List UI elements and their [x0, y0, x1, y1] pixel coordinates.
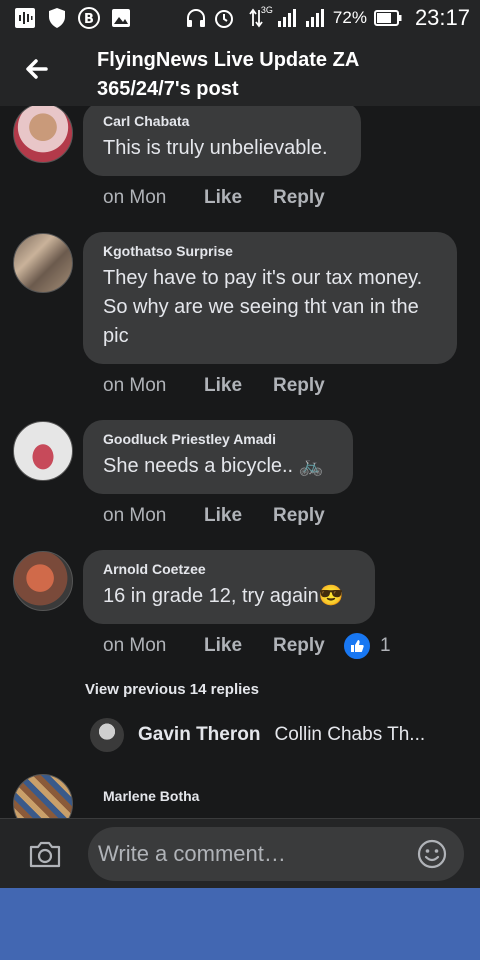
- emoji-icon[interactable]: [416, 838, 448, 870]
- reply-button[interactable]: Reply: [273, 375, 325, 397]
- page-title-line1: FlyingNews Live Update ZA: [97, 49, 360, 71]
- comment-text-line: So why are we seeing tht van in the: [103, 296, 419, 318]
- reply-preview[interactable]: Gavin Theron Collin Chabs Th...: [90, 718, 425, 752]
- headphones-icon: [185, 7, 207, 29]
- avatar[interactable]: [13, 106, 73, 163]
- signal-icon: [305, 7, 327, 29]
- comment-input-placeholder: Write a comment…: [98, 841, 286, 866]
- like-button[interactable]: Like: [204, 375, 273, 397]
- comment-bubble[interactable]: Kgothatso Surprise They have to pay it's…: [83, 232, 457, 364]
- comment-bubble[interactable]: Carl Chabata This is truly unbelievable.: [83, 106, 361, 176]
- avatar[interactable]: [13, 551, 73, 611]
- comment-text: This is truly unbelievable.: [103, 137, 328, 159]
- network-type-label: 3G: [260, 5, 273, 15]
- reaction-count: 1: [380, 635, 391, 656]
- comment-time[interactable]: on Mon: [103, 505, 204, 527]
- battery-icon: [373, 7, 403, 29]
- like-button[interactable]: Like: [204, 505, 273, 527]
- comment-bubble[interactable]: Arnold Coetzee 16 in grade 12, try again…: [83, 550, 375, 624]
- comment-author[interactable]: Marlene Botha: [103, 787, 199, 805]
- comment-text: 16 in grade 12, try again😎: [103, 585, 344, 607]
- comment-time[interactable]: on Mon: [103, 187, 204, 209]
- avatar[interactable]: [13, 774, 73, 818]
- battery-percent: 72%: [332, 8, 367, 27]
- comment-author[interactable]: Goodluck Priestley Amadi: [103, 430, 333, 448]
- comment-input[interactable]: Write a comment…: [88, 827, 464, 881]
- comment-composer: Write a comment…: [0, 818, 480, 889]
- comment-actions: on Mon Like Reply: [103, 635, 325, 657]
- avatar[interactable]: [13, 233, 73, 293]
- avatar[interactable]: [90, 718, 124, 752]
- status-bar: B 3G 72% 23:17: [0, 0, 480, 36]
- bottom-navigation-bar: [0, 888, 480, 960]
- reply-author[interactable]: Gavin Theron: [138, 724, 260, 746]
- comment-actions: on Mon Like Reply: [103, 375, 325, 397]
- comment-author[interactable]: Carl Chabata: [103, 112, 341, 130]
- avatar[interactable]: [13, 421, 73, 481]
- thumbs-up-icon: [342, 631, 372, 661]
- back-arrow-icon[interactable]: [22, 54, 52, 84]
- reaction-summary[interactable]: 1: [342, 631, 391, 661]
- alarm-icon: [213, 7, 235, 29]
- reply-button[interactable]: Reply: [273, 187, 325, 209]
- comment-text-line: They have to pay it's our tax money.: [103, 267, 423, 289]
- svg-text:B: B: [84, 12, 94, 27]
- comments-list[interactable]: Carl Chabata This is truly unbelievable.…: [0, 106, 480, 818]
- bitcoin-icon: B: [78, 7, 100, 29]
- reply-button[interactable]: Reply: [273, 505, 325, 527]
- like-button[interactable]: Like: [204, 635, 273, 657]
- comment-actions: on Mon Like Reply: [103, 187, 325, 209]
- comment-text: She needs a bicycle.. 🚲: [103, 455, 324, 477]
- comment-bubble[interactable]: Goodluck Priestley Amadi She needs a bic…: [83, 420, 353, 494]
- page-title-line2: 365/24/7's post: [97, 78, 239, 100]
- comment-time[interactable]: on Mon: [103, 375, 204, 397]
- like-button[interactable]: Like: [204, 187, 273, 209]
- image-icon: [110, 7, 132, 29]
- camera-icon[interactable]: [28, 839, 62, 869]
- soundwave-icon: [14, 7, 36, 29]
- comment-text: They have to pay it's our tax money. So …: [103, 264, 437, 351]
- signal-icon: [277, 7, 299, 29]
- reply-button[interactable]: Reply: [273, 635, 325, 657]
- view-previous-replies[interactable]: View previous 14 replies: [85, 681, 259, 698]
- comment-actions: on Mon Like Reply: [103, 505, 325, 527]
- comment-text-line: pic: [103, 325, 129, 347]
- comment-author[interactable]: Arnold Coetzee: [103, 560, 355, 578]
- post-header: FlyingNews Live Update ZA 365/24/7's pos…: [0, 36, 480, 106]
- shield-icon: [46, 7, 68, 29]
- reply-text: Collin Chabs Th...: [274, 724, 426, 745]
- data-arrows-icon: 3G: [241, 5, 273, 29]
- comment-author[interactable]: Kgothatso Surprise: [103, 242, 437, 260]
- comment-time[interactable]: on Mon: [103, 635, 204, 657]
- page-title: FlyingNews Live Update ZA 365/24/7's pos…: [97, 46, 359, 104]
- clock: 23:17: [414, 5, 470, 30]
